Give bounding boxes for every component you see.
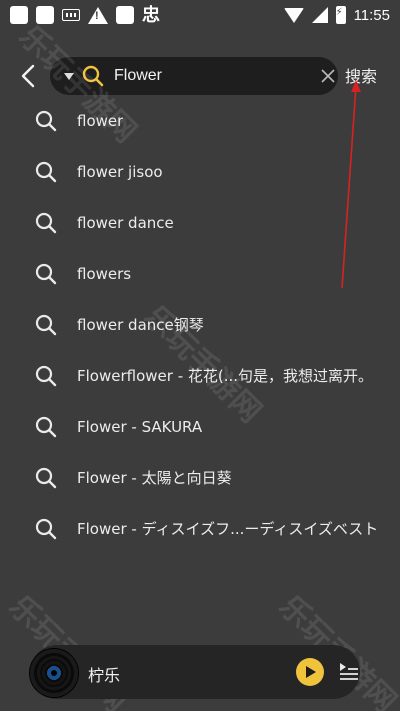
suggestion-text: Flowerflower - 花花(...句是，我想过离开。 [77,367,374,385]
suggestion-item[interactable]: Flower - 太陽と向日葵 [0,452,400,503]
keyboard-icon [62,9,80,21]
suggestion-item[interactable]: Flowerflower - 花花(...句是，我想过离开。 [0,350,400,401]
wifi-icon [283,7,304,23]
suggestion-text: flowers [77,264,132,283]
album-disc[interactable] [30,649,78,697]
search-icon [35,416,57,437]
search-icon [35,263,57,284]
search-submit-button[interactable]: 搜索 [345,63,377,87]
suggestion-item[interactable]: flower dance钢琴 [0,299,400,350]
playlist-button[interactable] [338,660,360,682]
status-notifications: 忠 [10,6,160,24]
suggestion-text: Flower - ディスイズフ...ーディスイズベスト [77,520,379,538]
search-icon [35,212,57,233]
clear-search-button[interactable] [321,65,335,87]
search-input[interactable] [114,67,321,85]
suggestion-item[interactable]: flowers [0,248,400,299]
suggestion-list: flower flower jisoo flower dance flowers… [0,95,400,554]
search-type-dropdown-icon[interactable] [64,72,74,80]
playlist-icon [340,663,358,680]
suggestion-text: Flower - 太陽と向日葵 [77,469,232,487]
status-bar: 忠 11:55 [0,0,400,30]
notification-icon [36,6,54,24]
suggestion-item[interactable]: flower dance [0,197,400,248]
close-icon [321,69,335,83]
suggestion-text: flower jisoo [77,162,163,181]
player-track-title: 柠乐 [88,666,121,685]
back-button[interactable] [12,58,44,94]
suggestion-text: flower dance钢琴 [77,316,204,334]
app-notification-icon: 忠 [142,5,160,25]
suggestion-item[interactable]: flower [0,95,400,146]
search-icon [35,161,57,182]
suggestion-item[interactable]: Flower - ディスイズフ...ーディスイズベスト [0,503,400,554]
play-button[interactable] [296,658,324,686]
battery-charging-icon [335,6,346,24]
status-system: 11:55 [283,6,390,24]
suggestion-text: flower dance [77,213,174,232]
notification-icon [10,6,28,24]
signal-icon [311,7,328,23]
chevron-left-icon [21,64,35,88]
suggestion-item[interactable]: Flower - SAKURA [0,401,400,452]
search-icon [35,314,57,335]
notification-icon [116,6,134,24]
suggestion-text: Flower - SAKURA [77,417,203,436]
search-bar [50,57,338,95]
search-icon [35,365,57,386]
suggestion-item[interactable]: flower jisoo [0,146,400,197]
search-icon [82,65,104,87]
warning-icon [88,6,108,24]
search-icon [35,467,57,488]
search-icon [35,110,57,131]
status-time: 11:55 [353,6,390,24]
suggestion-text: flower [77,111,124,130]
search-icon [35,518,57,539]
